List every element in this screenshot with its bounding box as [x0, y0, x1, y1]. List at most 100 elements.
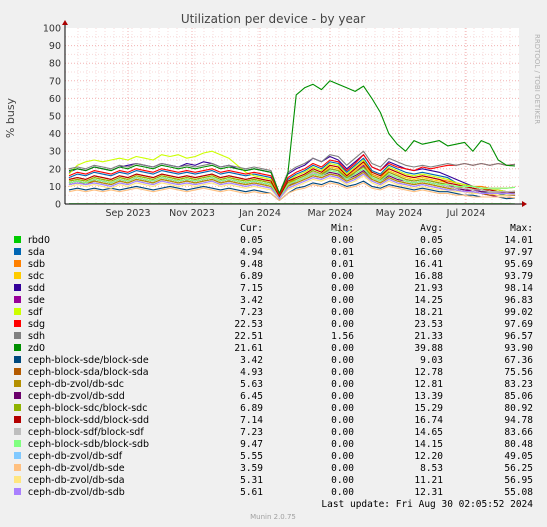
legend-series-name: sda: [28, 247, 45, 258]
legend-value: 0.00: [331, 307, 354, 318]
legend-value: 21.93: [414, 283, 443, 294]
legend-swatch: [14, 464, 21, 471]
legend-series-name: zd0: [28, 343, 45, 354]
legend-swatch: [14, 416, 21, 423]
legend-value: 75.56: [504, 367, 533, 378]
legend-value: 5.63: [240, 379, 263, 390]
legend-value: 22.53: [234, 319, 263, 330]
legend-series-name: sdf: [28, 307, 43, 318]
legend-value: 49.05: [504, 451, 533, 462]
legend-column-header: Avg:: [420, 223, 443, 234]
legend-value: 0.01: [331, 247, 354, 258]
legend-value: 12.78: [414, 367, 443, 378]
y-tick-label: 0: [55, 200, 61, 211]
legend-value: 0.00: [331, 295, 354, 306]
legend-value: 5.55: [240, 451, 263, 462]
legend-value: 97.69: [504, 319, 533, 330]
y-axis-label: % busy: [4, 97, 17, 138]
legend-swatch: [14, 404, 21, 411]
legend-value: 0.05: [240, 235, 263, 246]
x-tick-label: Mar 2024: [307, 208, 352, 219]
legend-swatch: [14, 440, 21, 447]
legend-series-name: sdh: [28, 331, 45, 342]
legend-value: 0.00: [331, 319, 354, 330]
legend-value: 4.94: [240, 247, 263, 258]
munin-version: Munin 2.0.75: [250, 513, 296, 521]
y-tick-label: 40: [49, 129, 61, 140]
legend-value: 96.57: [504, 331, 533, 342]
legend-value: 9.47: [240, 439, 263, 450]
legend-series-name: ceph-db-zvol/db-sdf: [28, 451, 123, 462]
legend-swatch: [14, 452, 21, 459]
legend-swatch: [14, 248, 21, 255]
legend-value: 12.81: [414, 379, 443, 390]
legend-series-name: sdc: [28, 271, 44, 282]
legend-value: 93.90: [504, 343, 533, 354]
legend-swatch: [14, 476, 21, 483]
x-tick-label: Nov 2023: [169, 208, 215, 219]
legend-value: 0.00: [331, 367, 354, 378]
x-tick-label: Jan 2024: [238, 208, 281, 219]
legend-value: 85.06: [504, 391, 533, 402]
legend-value: 0.00: [331, 451, 354, 462]
legend-value: 0.05: [420, 235, 443, 246]
legend-value: 0.00: [331, 283, 354, 294]
legend-value: 0.00: [331, 391, 354, 402]
legend-value: 14.15: [414, 439, 443, 450]
legend-series-name: sdd: [28, 283, 45, 294]
x-tick-label: Sep 2023: [105, 208, 150, 219]
legend-value: 39.88: [414, 343, 443, 354]
legend-series-name: ceph-db-zvol/db-sdb: [28, 487, 125, 498]
legend-value: 14.65: [414, 427, 443, 438]
legend-value: 83.66: [504, 427, 533, 438]
legend-value: 5.61: [240, 487, 263, 498]
legend-swatch: [14, 428, 21, 435]
legend-series-name: ceph-db-zvol/db-sde: [28, 463, 125, 474]
legend-value: 16.60: [414, 247, 443, 258]
legend-swatch: [14, 320, 21, 327]
legend-value: 80.48: [504, 439, 533, 450]
legend-value: 16.88: [414, 271, 443, 282]
legend-value: 7.23: [240, 307, 263, 318]
legend-series-name: sdg: [28, 319, 45, 330]
legend-value: 15.29: [414, 403, 443, 414]
x-tick-label: May 2024: [376, 208, 423, 219]
legend-value: 8.53: [420, 463, 443, 474]
y-tick-label: 90: [49, 41, 61, 52]
legend-value: 67.36: [504, 355, 533, 366]
y-tick-label: 80: [49, 59, 61, 70]
legend-value: 0.00: [331, 355, 354, 366]
legend-value: 16.41: [414, 259, 443, 270]
legend-series-name: ceph-block-sda/block-sda: [28, 367, 149, 378]
legend-value: 3.42: [240, 295, 263, 306]
legend-value: 0.00: [331, 415, 354, 426]
legend-value: 0.00: [331, 343, 354, 354]
legend-value: 94.78: [504, 415, 533, 426]
legend-value: 99.02: [504, 307, 533, 318]
legend-series-name: ceph-block-sde/block-sde: [28, 355, 149, 366]
legend-value: 1.56: [331, 331, 354, 342]
legend-swatch: [14, 392, 21, 399]
legend-value: 23.53: [414, 319, 443, 330]
legend-value: 12.31: [414, 487, 443, 498]
legend-value: 13.39: [414, 391, 443, 402]
legend-value: 96.83: [504, 295, 533, 306]
legend-value: 0.00: [331, 427, 354, 438]
legend-value: 97.97: [504, 247, 533, 258]
legend-value: 6.45: [240, 391, 263, 402]
legend-value: 9.48: [240, 259, 263, 270]
legend-value: 7.15: [240, 283, 263, 294]
y-tick-label: 10: [49, 182, 61, 193]
legend-series-name: ceph-block-sdd/block-sdd: [28, 415, 149, 426]
legend-value: 16.74: [414, 415, 443, 426]
y-tick-label: 20: [49, 164, 61, 175]
legend-value: 11.21: [414, 475, 443, 486]
legend-value: 7.23: [240, 427, 263, 438]
legend-series-name: ceph-db-zvol/db-sdd: [28, 391, 125, 402]
legend-swatch: [14, 332, 21, 339]
legend-swatch: [14, 284, 21, 291]
legend-value: 0.00: [331, 439, 354, 450]
legend-series-name: rbd0: [28, 235, 50, 246]
legend-series-name: sdb: [28, 259, 45, 270]
y-tick-label: 60: [49, 94, 61, 105]
